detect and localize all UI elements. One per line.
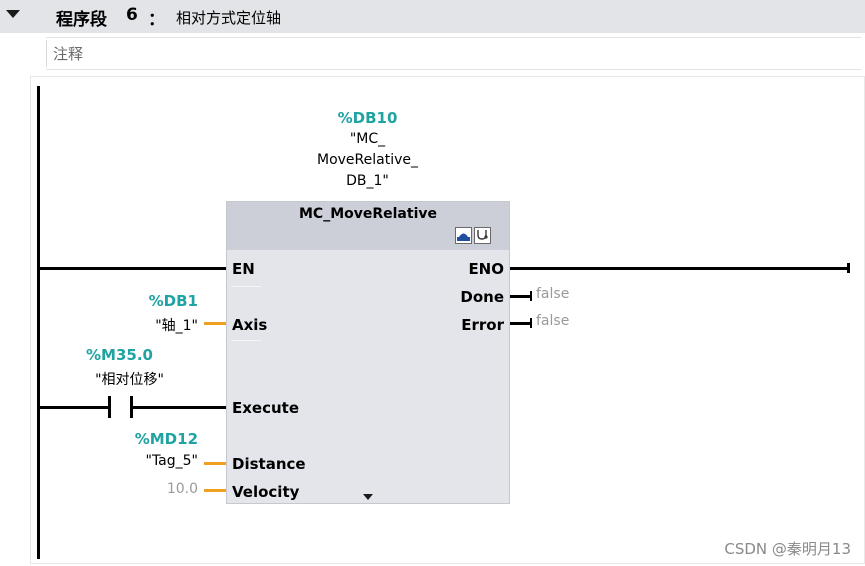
instance-name-line2: MoveRelative_: [316, 152, 418, 168]
execute-wire-left: [40, 406, 108, 409]
diagnostics-button[interactable]: [474, 227, 491, 244]
pin-en[interactable]: EN: [232, 260, 255, 278]
block-header: MC_MoveRelative: [227, 202, 509, 250]
execute-symbol[interactable]: "相对位移": [40, 369, 164, 389]
done-wire: [510, 295, 532, 298]
power-rail: [37, 86, 40, 559]
axis-address[interactable]: %DB1: [100, 292, 198, 310]
eno-wire-end: [847, 263, 850, 273]
error-wire-end: [530, 318, 532, 328]
stethoscope-icon: [477, 230, 488, 240]
instance-name-line1: "MC_: [349, 131, 386, 147]
watermark-text: CSDN @秦明月13: [724, 540, 851, 558]
pin-error[interactable]: Error: [440, 316, 504, 334]
en-wire: [40, 267, 226, 270]
error-value: false: [536, 313, 570, 329]
execute-wire-right: [133, 406, 226, 409]
done-wire-end: [530, 291, 532, 301]
velocity-value[interactable]: 10.0: [100, 481, 198, 497]
axis-symbol[interactable]: "轴_1": [100, 315, 198, 335]
pin-execute[interactable]: Execute: [232, 399, 299, 417]
axis-button[interactable]: [455, 227, 472, 244]
execute-address[interactable]: %M35.0: [40, 346, 153, 364]
done-value: false: [536, 286, 570, 302]
pin-separator: [231, 286, 261, 287]
error-wire: [510, 322, 532, 325]
pin-done[interactable]: Done: [440, 288, 504, 306]
axis-wire: [204, 322, 226, 325]
block-name: MC_MoveRelative: [298, 206, 437, 222]
normally-open-contact-icon: [108, 396, 133, 418]
velocity-wire: [204, 489, 226, 492]
pin-eno[interactable]: ENO: [440, 260, 504, 278]
pin-separator: [231, 340, 261, 341]
instance-name-line3: DB_1": [346, 173, 389, 189]
eno-wire: [510, 267, 848, 270]
distance-wire: [204, 462, 226, 465]
instance-address: %DB10: [337, 109, 398, 127]
distance-symbol[interactable]: "Tag_5": [100, 453, 199, 469]
chevron-down-icon[interactable]: [363, 494, 373, 500]
pin-velocity[interactable]: Velocity: [232, 483, 299, 501]
axis-icon: [457, 233, 470, 241]
instance-db[interactable]: %DB10 "MC_ MoveRelative_ DB_1": [300, 108, 435, 192]
pin-axis[interactable]: Axis: [232, 316, 267, 334]
pin-distance[interactable]: Distance: [232, 455, 306, 473]
distance-address[interactable]: %MD12: [100, 430, 198, 448]
